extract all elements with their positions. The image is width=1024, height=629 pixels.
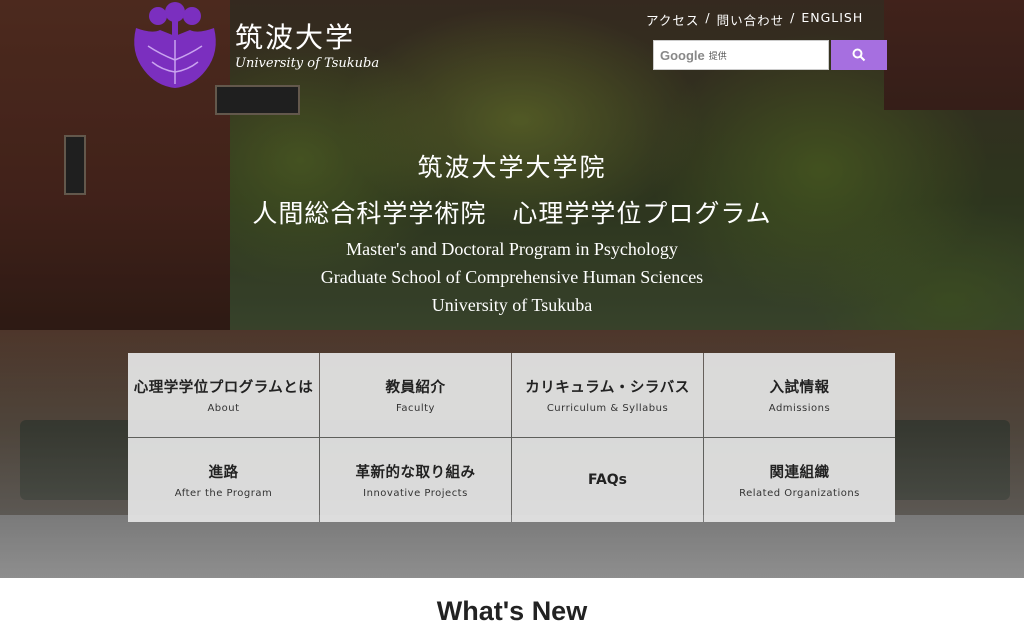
logo-english-text: University of Tsukuba (235, 56, 380, 71)
menu-item-label: 革新的な取り組み (355, 465, 476, 481)
university-logo[interactable]: 筑波大学 University of Tsukuba (128, 0, 379, 92)
menu-item-sublabel: After the Program (174, 488, 273, 499)
menu-item-label: FAQs (587, 472, 628, 488)
paulownia-emblem-icon (134, 2, 216, 88)
menu-item-label: カリキュラム・シラバス (525, 380, 690, 396)
menu-item-faculty[interactable]: 教員紹介 Faculty (320, 353, 511, 437)
menu-item-sublabel: Related Organizations (739, 488, 860, 499)
top-navigation: アクセス / 問い合わせ / ENGLISH (646, 10, 864, 29)
menu-item-innovative-projects[interactable]: 革新的な取り組み Innovative Projects (320, 438, 511, 522)
menu-item-sublabel: Curriculum & Syllabus (546, 403, 669, 414)
menu-item-related-organizations[interactable]: 関連組織 Related Organizations (704, 438, 895, 522)
search-button[interactable] (831, 40, 887, 70)
menu-item-sublabel: Admissions (768, 403, 831, 414)
menu-item-faqs[interactable]: FAQs (512, 438, 703, 522)
google-logo: Google (660, 47, 705, 63)
heading-school-english: Graduate School of Comprehensive Human S… (320, 267, 704, 287)
google-provided-label: 提供 (708, 51, 727, 62)
menu-item-after-program[interactable]: 進路 After the Program (128, 438, 319, 522)
menu-item-curriculum[interactable]: カリキュラム・シラバス Curriculum & Syllabus (512, 353, 703, 437)
menu-item-about[interactable]: 心理学学位プログラムとは About (128, 353, 319, 437)
menu-item-sublabel: Faculty (396, 403, 435, 414)
english-link[interactable]: ENGLISH (801, 10, 863, 29)
menu-item-label: 関連組織 (769, 465, 830, 481)
site-search: Google 提供 (653, 40, 887, 70)
menu-item-sublabel: About (207, 403, 240, 414)
menu-item-admissions[interactable]: 入試情報 Admissions (704, 353, 895, 437)
search-input[interactable]: Google 提供 (653, 40, 829, 70)
heading-program-japanese: 人間総合科学学術院 心理学学位プログラム (252, 199, 772, 228)
menu-item-sublabel: Innovative Projects (363, 488, 468, 499)
heading-university-graduate: 筑波大学大学院 (417, 153, 607, 182)
program-menu: 心理学学位プログラムとは About 教員紹介 Faculty カリキュラム・シ… (128, 353, 895, 522)
logo-japanese-text: 筑波大学 (235, 21, 356, 54)
menu-item-label: 心理学学位プログラムとは (133, 380, 314, 396)
menu-item-label: 教員紹介 (385, 380, 446, 396)
contact-link[interactable]: 問い合わせ (717, 10, 785, 29)
menu-item-label: 進路 (208, 465, 239, 481)
search-icon (852, 48, 866, 62)
menu-item-label: 入試情報 (769, 380, 830, 396)
heading-university-english: University of Tsukuba (431, 295, 593, 315)
section-title-whats-new: What's New (436, 596, 588, 626)
access-link[interactable]: アクセス (646, 10, 699, 29)
heading-program-english: Master's and Doctoral Program in Psychol… (346, 239, 678, 259)
